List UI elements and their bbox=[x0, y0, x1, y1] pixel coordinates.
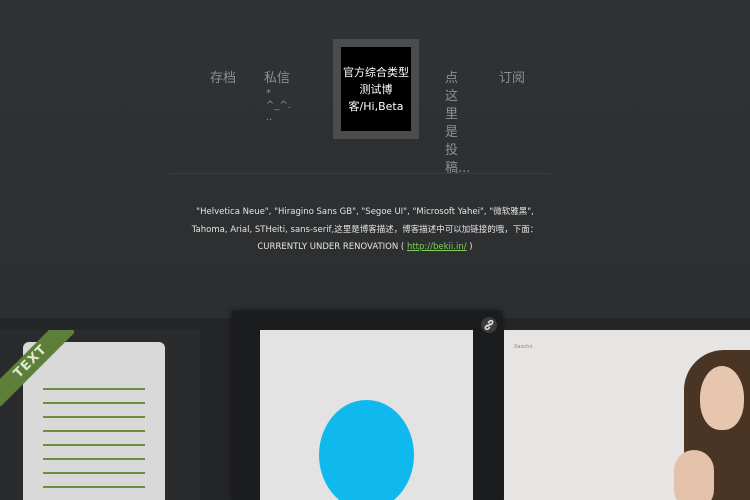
status-line: CURRENTLY UNDER RENOVATION ( http://beki… bbox=[190, 239, 540, 257]
photo-post-card[interactable]: Xaocho bbox=[504, 330, 750, 500]
image-post-card[interactable] bbox=[232, 311, 502, 500]
blog-logo-text: 官方综合类型 测试博 客/Hi,Beta bbox=[341, 47, 411, 131]
blog-logo[interactable]: 官方综合类型 测试博 客/Hi,Beta bbox=[333, 39, 419, 139]
nav-messages-emoticon: * ^_^. .. bbox=[266, 88, 291, 123]
blog-description: "Helvetica Neue", "Hiragino Sans GB", "S… bbox=[190, 204, 540, 257]
doc-line bbox=[43, 444, 145, 446]
text-ribbon-label: TEXT bbox=[0, 330, 74, 406]
photo-person-face bbox=[700, 366, 744, 430]
header-divider bbox=[170, 173, 550, 174]
post-image bbox=[260, 330, 473, 500]
photo-person-arm bbox=[674, 450, 714, 500]
doc-line bbox=[43, 472, 145, 474]
status-prefix: CURRENTLY UNDER RENOVATION ( bbox=[257, 242, 407, 252]
nav-archive[interactable]: 存档 bbox=[210, 70, 236, 88]
nav-messages[interactable]: 私信 * ^_^. .. bbox=[264, 70, 291, 124]
nav-submit[interactable]: 点这里是投稿... bbox=[445, 70, 470, 178]
text-ribbon: TEXT bbox=[0, 330, 74, 406]
doc-line bbox=[43, 430, 145, 432]
doc-line bbox=[43, 416, 145, 418]
blog-link[interactable]: http://bekii.in/ bbox=[407, 242, 467, 252]
circle-shape bbox=[319, 400, 414, 500]
status-suffix: ) bbox=[466, 242, 473, 252]
nav-messages-label: 私信 bbox=[264, 71, 291, 86]
description-text: "Helvetica Neue", "Hiragino Sans GB", "S… bbox=[191, 207, 539, 235]
doc-line bbox=[43, 486, 145, 488]
nav-subscribe[interactable]: 订阅 bbox=[499, 70, 525, 88]
permalink-button[interactable] bbox=[481, 317, 497, 333]
text-post-card[interactable]: TEXT bbox=[0, 330, 200, 500]
doc-line bbox=[43, 458, 145, 460]
link-icon bbox=[484, 319, 494, 331]
photo-caption: Xaocho bbox=[514, 344, 533, 350]
